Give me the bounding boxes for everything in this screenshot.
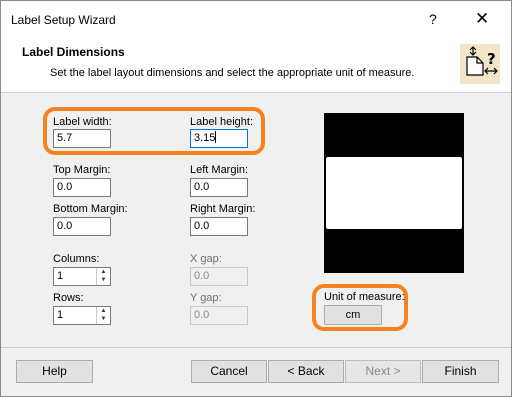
columns-spinner[interactable]: 1 ▲ ▼ [53, 267, 111, 286]
label-preview [324, 113, 464, 273]
back-button[interactable]: < Back [268, 360, 344, 383]
spin-up-icon[interactable]: ▲ [97, 307, 110, 315]
y-gap-label: Y gap: [190, 292, 222, 304]
wizard-header: Label Dimensions Set the label layout di… [1, 39, 511, 93]
rows-label: Rows: [53, 292, 84, 304]
spin-down-icon[interactable]: ▼ [97, 276, 110, 284]
bottom-margin-input[interactable]: 0.0 [53, 217, 111, 236]
top-margin-label: Top Margin: [53, 164, 111, 176]
left-margin-label: Left Margin: [190, 164, 249, 176]
columns-spin-buttons: ▲ ▼ [96, 268, 110, 285]
left-margin-input[interactable]: 0.0 [190, 178, 248, 197]
unit-of-measure-button[interactable]: cm [324, 305, 382, 325]
label-height-value: 3.15 [194, 132, 216, 144]
help-button[interactable]: Help [16, 360, 93, 383]
window-title: Label Setup Wizard [11, 13, 116, 27]
finish-button[interactable]: Finish [422, 360, 499, 383]
x-gap-input: 0.0 [190, 267, 248, 286]
svg-text:?: ? [487, 50, 496, 68]
unit-of-measure-label: Unit of measure: [324, 291, 405, 303]
top-margin-input[interactable]: 0.0 [53, 178, 111, 197]
preview-label-area [326, 157, 462, 229]
page-title: Label Dimensions [22, 45, 125, 59]
right-margin-input[interactable]: 0.0 [190, 217, 248, 236]
rows-spinner[interactable]: 1 ▲ ▼ [53, 306, 111, 325]
label-height-input[interactable]: 3.15 [190, 129, 248, 148]
label-width-label: Label width: [53, 116, 112, 128]
cancel-button[interactable]: Cancel [191, 360, 267, 383]
columns-value: 1 [57, 270, 64, 282]
spin-down-icon[interactable]: ▼ [97, 315, 110, 323]
spin-up-icon[interactable]: ▲ [97, 268, 110, 276]
text-caret [215, 131, 217, 143]
columns-label: Columns: [53, 253, 100, 265]
right-margin-label: Right Margin: [190, 203, 256, 215]
bottom-margin-label: Bottom Margin: [53, 203, 128, 215]
label-width-input[interactable]: 5.7 [53, 129, 111, 148]
label-setup-wizard-window: Label Setup Wizard ? ✕ Label Dimensions … [0, 0, 512, 397]
next-button: Next > [345, 360, 421, 383]
title-bar: Label Setup Wizard ? ✕ [1, 1, 511, 39]
x-gap-label: X gap: [190, 253, 222, 265]
help-button-titlebar[interactable]: ? [429, 11, 437, 27]
rows-value: 1 [57, 309, 64, 321]
footer-divider [1, 347, 511, 348]
y-gap-input: 0.0 [190, 306, 248, 325]
rows-spin-buttons: ▲ ▼ [96, 307, 110, 324]
label-height-label: Label height: [190, 116, 253, 128]
close-button[interactable]: ✕ [475, 9, 489, 29]
page-subtitle: Set the label layout dimensions and sele… [50, 67, 415, 79]
label-dimensions-icon: ? [460, 44, 500, 84]
